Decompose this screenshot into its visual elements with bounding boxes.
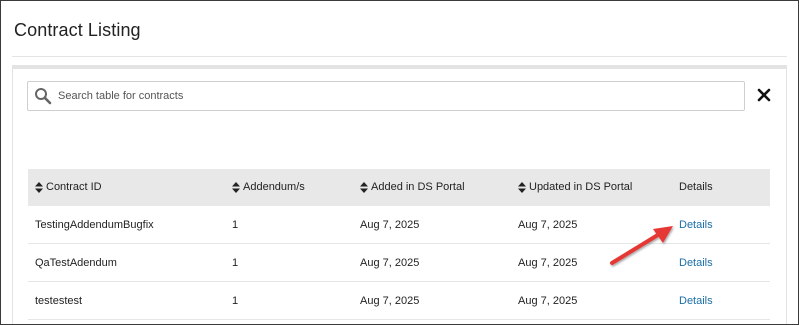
contract-id-cell: testestest — [35, 295, 83, 307]
title-divider — [12, 56, 787, 57]
addendums-cell: 1 — [232, 219, 239, 231]
contract-id-cell: TestingAddendumBugfix — [35, 219, 154, 231]
column-header-updated[interactable]: Updated in DS Portal — [518, 181, 632, 193]
addendums-cell: 1 — [232, 257, 239, 269]
updated-date-cell: Aug 7, 2025 — [518, 257, 578, 269]
sort-icon — [35, 181, 43, 193]
sort-icon — [232, 181, 240, 193]
annotation-arrow — [610, 226, 673, 265]
search-box[interactable] — [27, 81, 745, 111]
column-header-added[interactable]: Added in DS Portal — [360, 181, 465, 193]
contract-listing-window: Contract Listing Contract ID Addendum/s … — [0, 0, 799, 325]
column-label: Added in DS Portal — [371, 181, 465, 193]
details-link[interactable]: Details — [679, 295, 713, 307]
close-icon[interactable] — [756, 87, 772, 103]
table-row: testestest 1 Aug 7, 2025 Aug 7, 2025 Det… — [28, 282, 770, 320]
contract-id-cell: QaTestAdendum — [35, 257, 117, 269]
addendums-cell: 1 — [232, 295, 239, 307]
search-input[interactable] — [56, 84, 740, 108]
added-date-cell: Aug 7, 2025 — [360, 295, 420, 307]
column-label: Details — [679, 181, 713, 193]
column-label: Contract ID — [46, 181, 102, 193]
details-link[interactable]: Details — [679, 219, 713, 231]
updated-date-cell: Aug 7, 2025 — [518, 295, 578, 307]
sort-icon — [360, 181, 368, 193]
column-label: Updated in DS Portal — [529, 181, 633, 193]
page-title: Contract Listing — [14, 20, 141, 40]
column-header-contract-id[interactable]: Contract ID — [35, 181, 102, 193]
search-icon — [35, 88, 52, 105]
column-header-details: Details — [679, 181, 713, 193]
column-header-addendums[interactable]: Addendum/s — [232, 181, 305, 193]
added-date-cell: Aug 7, 2025 — [360, 257, 420, 269]
column-label: Addendum/s — [243, 181, 305, 193]
details-link[interactable]: Details — [679, 257, 713, 269]
added-date-cell: Aug 7, 2025 — [360, 219, 420, 231]
table-header: Contract ID Addendum/s Added in DS Porta… — [28, 169, 770, 206]
sort-icon — [518, 181, 526, 193]
updated-date-cell: Aug 7, 2025 — [518, 219, 578, 231]
